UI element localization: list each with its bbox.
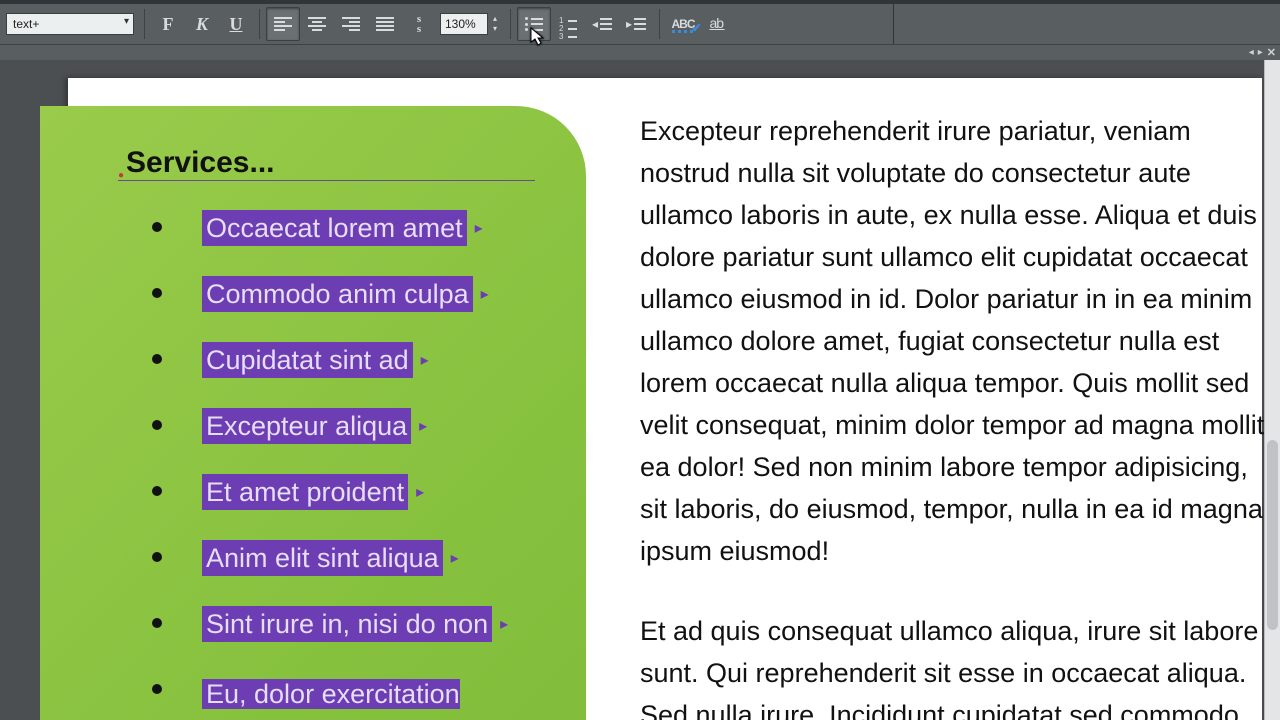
bold-button[interactable]: F: [151, 7, 185, 41]
zoom-value: 130%: [445, 17, 476, 31]
panel-close-button[interactable]: ✕: [1267, 46, 1276, 59]
body-text-column[interactable]: Excepteur reprehenderit irure pariatur, …: [640, 110, 1272, 720]
list-item[interactable]: Et amet proident ▸: [152, 474, 508, 510]
align-center-button[interactable]: [300, 7, 334, 41]
numbered-list-icon: 1 2 3: [559, 17, 577, 31]
super-sub-button[interactable]: s s: [402, 7, 436, 41]
numbered-list-button[interactable]: 1 2 3: [551, 7, 585, 41]
list-item[interactable]: Cupidatat sint ad ▸: [152, 342, 508, 378]
align-center-icon: [308, 17, 326, 31]
document-page[interactable]: ●Services... Occaecat lorem amet ▸ Commod…: [68, 78, 1262, 720]
panel-next-button[interactable]: ▸: [1258, 47, 1263, 58]
panel-nav-bar: ◂ ▸ ✕: [0, 44, 1280, 60]
service-link[interactable]: Sint irure in, nisi do non: [202, 606, 492, 642]
align-right-icon: [342, 17, 360, 31]
increase-indent-button[interactable]: ▸: [619, 7, 653, 41]
align-right-button[interactable]: [334, 7, 368, 41]
formatting-toolbar: text+ F K U s s 130% ▴ ▾: [0, 4, 1280, 44]
vertical-scrollbar[interactable]: [1264, 60, 1280, 720]
decrease-indent-icon: ◂: [592, 17, 612, 31]
service-link[interactable]: Excepteur aliqua: [202, 408, 411, 444]
list-item[interactable]: Commodo anim culpa ▸: [152, 276, 508, 312]
decrease-indent-button[interactable]: ◂: [585, 7, 619, 41]
editor-workspace: ●Services... Occaecat lorem amet ▸ Commod…: [0, 60, 1280, 720]
spelling-marker-icon: ●: [118, 170, 124, 181]
zoom-input[interactable]: 130%: [440, 13, 488, 35]
list-item[interactable]: Occaecat lorem amet ▸: [152, 210, 508, 246]
bullet-list-icon: [525, 17, 543, 31]
underline-icon: U: [230, 14, 243, 35]
triangle-icon: ▸: [500, 614, 508, 634]
services-heading-text: Services...: [126, 146, 274, 179]
paragraph-style-select[interactable]: text+: [6, 13, 134, 35]
align-left-icon: [274, 17, 292, 31]
service-link[interactable]: Commodo anim culpa: [202, 276, 473, 312]
services-list: Occaecat lorem amet ▸ Commodo anim culpa ▸…: [152, 210, 508, 720]
service-link[interactable]: Cupidatat sint ad: [202, 342, 413, 378]
paragraph-style-value: text+: [13, 17, 39, 31]
character-format-icon: ab: [709, 15, 724, 34]
triangle-icon: ▸: [416, 482, 424, 502]
increase-indent-icon: ▸: [626, 17, 646, 31]
service-link[interactable]: Occaecat lorem amet: [202, 210, 467, 246]
panel-prev-button[interactable]: ◂: [1249, 47, 1254, 58]
align-left-button[interactable]: [266, 7, 300, 41]
bullet-icon: [152, 420, 162, 430]
italic-icon: K: [196, 14, 208, 35]
zoom-down-icon[interactable]: ▾: [490, 24, 500, 34]
bullet-icon: [152, 288, 162, 298]
bullet-icon: [152, 552, 162, 562]
character-format-button[interactable]: ab: [700, 7, 734, 41]
services-card: ●Services... Occaecat lorem amet ▸ Commod…: [40, 106, 586, 720]
triangle-icon: ▸: [419, 416, 427, 436]
spellcheck-button[interactable]: ABC ✔: [666, 7, 700, 41]
scrollbar-thumb[interactable]: [1267, 440, 1278, 630]
zoom-control: 130% ▴ ▾: [440, 13, 500, 35]
service-link[interactable]: Et amet proident: [202, 474, 408, 510]
bullet-icon: [152, 684, 162, 694]
super-sub-icon: s s: [417, 14, 421, 34]
bold-icon: F: [163, 14, 174, 35]
italic-button[interactable]: K: [185, 7, 219, 41]
align-justify-button[interactable]: [368, 7, 402, 41]
bullet-icon: [152, 618, 162, 628]
list-item[interactable]: Sint irure in, nisi do non ▸: [152, 606, 508, 642]
body-paragraph[interactable]: Et ad quis consequat ullamco aliqua, iru…: [640, 610, 1272, 720]
bullet-icon: [152, 222, 162, 232]
spellcheck-icon: ABC ✔: [672, 17, 695, 31]
services-heading[interactable]: ●Services...: [118, 146, 535, 181]
list-item[interactable]: Excepteur aliqua ▸: [152, 408, 508, 444]
triangle-icon: ▸: [451, 548, 459, 568]
underline-button[interactable]: U: [219, 7, 253, 41]
triangle-icon: ▸: [421, 350, 429, 370]
zoom-up-icon[interactable]: ▴: [490, 14, 500, 24]
list-item[interactable]: Eu, dolor exercitation veniam▸: [152, 672, 508, 720]
bullet-list-button[interactable]: [517, 7, 551, 41]
triangle-icon: ▸: [475, 218, 483, 238]
zoom-spinner[interactable]: ▴ ▾: [490, 14, 500, 34]
triangle-icon: ▸: [481, 284, 489, 304]
bullet-icon: [152, 354, 162, 364]
list-item[interactable]: Anim elit sint aliqua ▸: [152, 540, 508, 576]
bullet-icon: [152, 486, 162, 496]
align-justify-icon: [376, 17, 394, 31]
service-link[interactable]: Anim elit sint aliqua: [202, 540, 443, 576]
body-paragraph[interactable]: Excepteur reprehenderit irure pariatur, …: [640, 110, 1272, 572]
service-link[interactable]: Eu, dolor exercitation veniam: [202, 679, 460, 720]
